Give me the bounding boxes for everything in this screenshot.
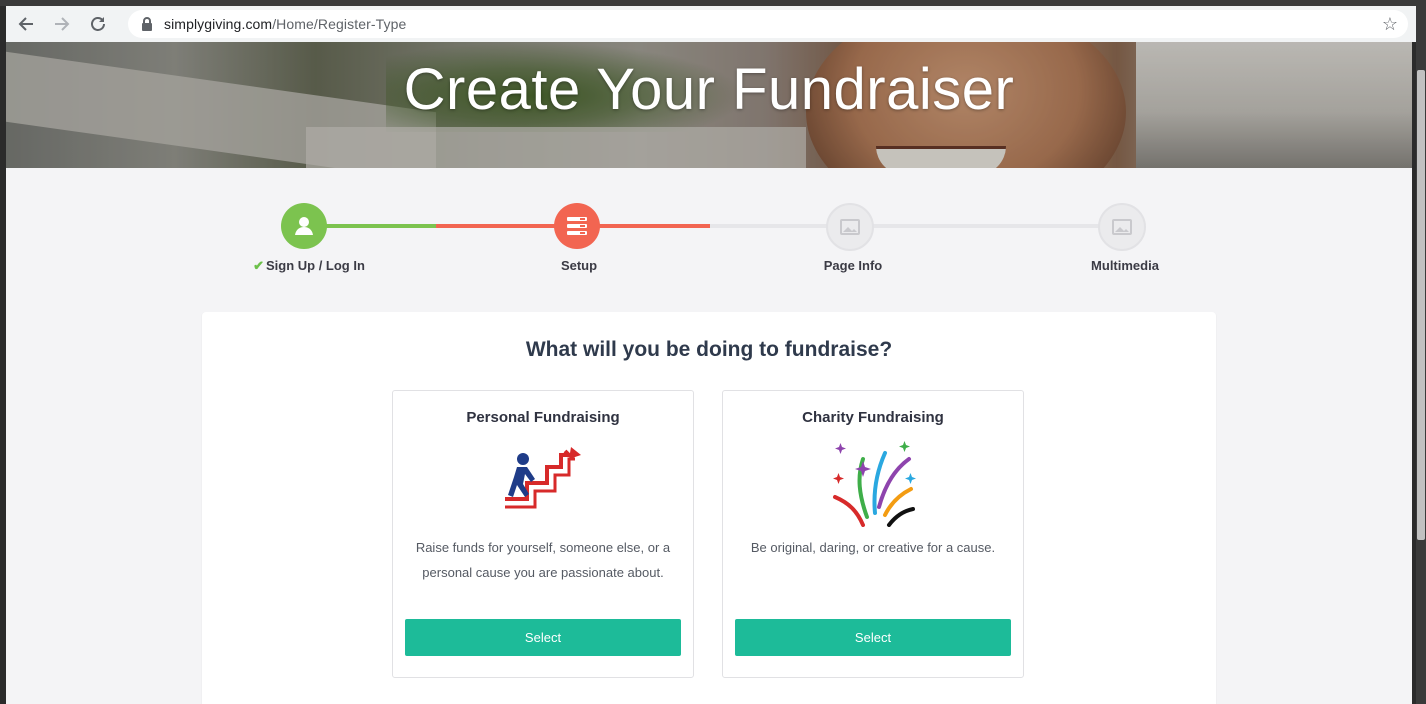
select-personal-button[interactable]: Select (405, 619, 681, 656)
step-label-setup: Setup (560, 258, 598, 273)
option-title: Personal Fundraising (466, 409, 620, 426)
bookmark-star-icon[interactable]: ☆ (1382, 14, 1398, 35)
option-title: Charity Fundraising (802, 409, 944, 426)
browser-toolbar: simplygiving.com/Home/Register-Type ☆ (6, 6, 1416, 42)
step-multimedia (1098, 203, 1146, 251)
reload-button[interactable] (82, 8, 114, 40)
arrow-right-icon (55, 17, 70, 31)
step-label-multimedia: Multimedia (1091, 258, 1159, 273)
option-description: Be original, daring, or creative for a c… (750, 540, 996, 555)
step-setup (554, 203, 600, 249)
url-path: /Home/Register-Type (272, 16, 407, 32)
reload-icon (91, 17, 105, 31)
step-label-text: Sign Up / Log In (265, 258, 365, 273)
option-description: Raise funds for yourself, someone else, … (415, 540, 671, 580)
back-button[interactable] (10, 8, 42, 40)
scrollbar-thumb[interactable] (1417, 70, 1425, 540)
url-text: simplygiving.com/Home/Register-Type (164, 16, 406, 32)
progress-steps: ✔ Sign Up / Log In Setup Page Info Multim… (6, 42, 1412, 282)
climbing-person-icon (505, 447, 581, 509)
step-label-signup: ✔ Sign Up / Log In (253, 258, 365, 274)
list-icon (567, 217, 587, 235)
step-label-page-info: Page Info (823, 258, 883, 273)
image-icon (840, 219, 860, 235)
step-page-info (826, 203, 874, 251)
image-icon (1112, 219, 1132, 235)
step-signup (281, 203, 327, 249)
arrow-left-icon (18, 17, 33, 31)
option-card-charity: Charity Fundraising Be original, daring,… (722, 390, 1024, 678)
fireworks-icon (833, 441, 916, 527)
page: Create Your Fundraiser ✔ Sign Up / Log I… (6, 42, 1412, 704)
forward-button[interactable] (46, 8, 78, 40)
url-host: simplygiving.com (164, 16, 273, 32)
panel-heading: What will you be doing to fundraise? (525, 338, 893, 361)
address-bar[interactable]: simplygiving.com/Home/Register-Type ☆ (128, 10, 1408, 38)
lock-icon (142, 17, 152, 31)
select-charity-button[interactable]: Select (735, 619, 1011, 656)
fundraise-type-panel: What will you be doing to fundraise? Per… (202, 312, 1216, 704)
progress-track-pending (710, 224, 1120, 228)
checkmark-icon: ✔ (253, 258, 264, 273)
user-icon (295, 217, 313, 235)
option-card-personal: Personal Fundraising Raise funds for you… (392, 390, 694, 678)
progress-track-complete (326, 224, 436, 228)
